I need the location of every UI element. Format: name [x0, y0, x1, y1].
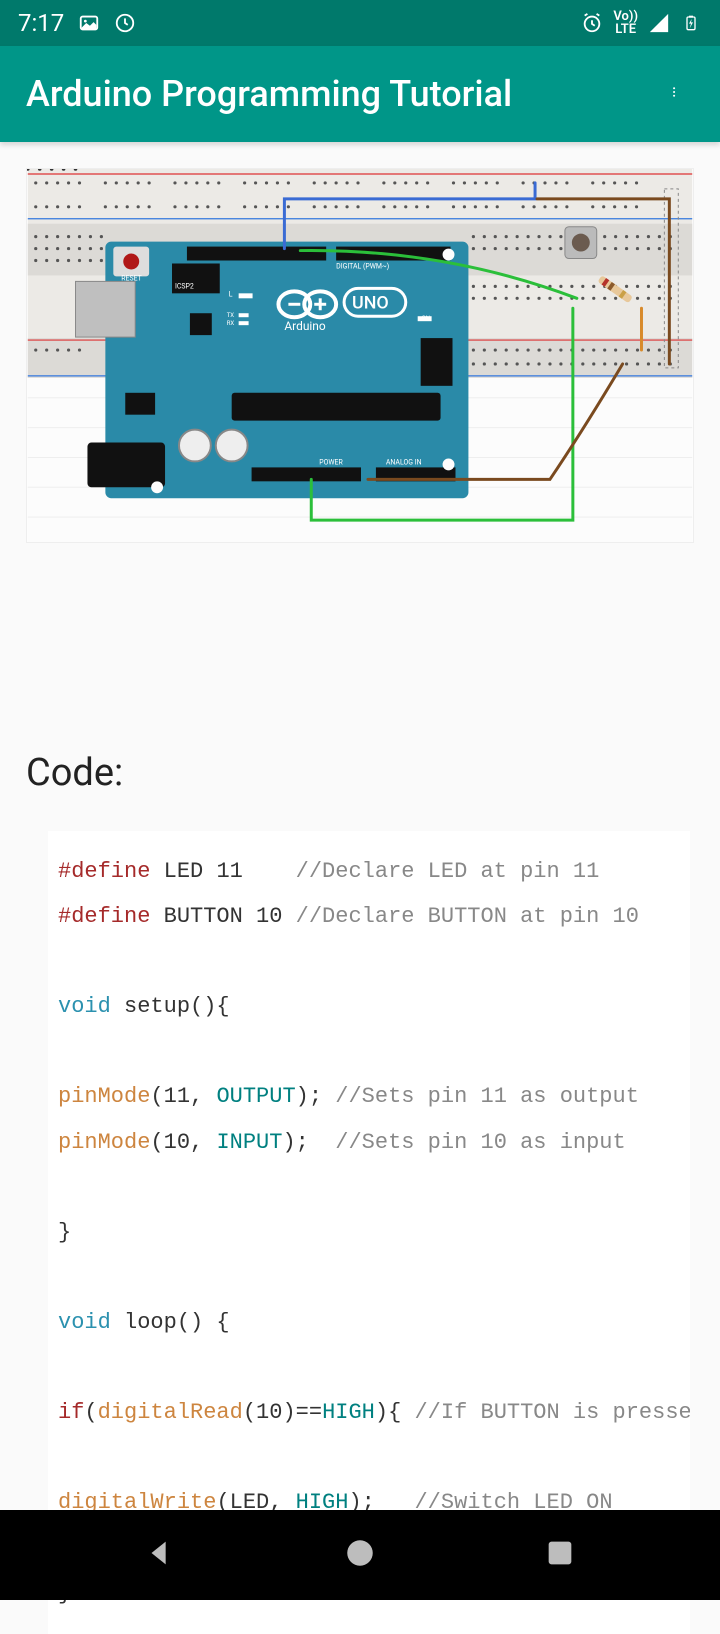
battery-icon — [680, 12, 702, 34]
svg-text:ON: ON — [422, 315, 430, 322]
status-bar: 7:17 Vo)) LTE — [0, 0, 720, 46]
signal-icon — [648, 12, 670, 34]
svg-text:UNO: UNO — [352, 292, 389, 313]
svg-text:Arduino: Arduino — [284, 319, 325, 333]
overflow-menu-button[interactable] — [660, 66, 694, 122]
svg-text:TX: TX — [227, 312, 235, 319]
status-time: 7:17 — [18, 9, 64, 37]
arduino-board: RESET ICSP2 L TX RX ON DIGITAL (PWM~) PO… — [76, 242, 469, 499]
svg-text:ICSP2: ICSP2 — [175, 282, 194, 290]
nav-recent-button[interactable] — [543, 1536, 577, 1574]
code-heading: Code: — [26, 751, 694, 795]
nav-home-button[interactable] — [343, 1536, 377, 1574]
push-button — [565, 227, 597, 259]
svg-text:DIGITAL (PWM~): DIGITAL (PWM~) — [336, 262, 389, 270]
cast-icon — [114, 12, 136, 34]
page-title: Arduino Programming Tutorial — [26, 73, 512, 115]
svg-text:RX: RX — [227, 320, 235, 327]
circuit-diagram: RESET ICSP2 L TX RX ON DIGITAL (PWM~) PO… — [26, 168, 694, 543]
svg-text:RESET: RESET — [121, 274, 142, 282]
image-icon — [78, 12, 100, 34]
app-bar: Arduino Programming Tutorial — [0, 46, 720, 142]
network-type-indicator: Vo)) LTE — [613, 10, 638, 36]
content-area: RESET ICSP2 L TX RX ON DIGITAL (PWM~) PO… — [0, 142, 720, 1634]
svg-text:POWER: POWER — [319, 458, 343, 466]
svg-text:ANALOG IN: ANALOG IN — [386, 458, 422, 466]
alarm-icon — [581, 12, 603, 34]
nav-back-button[interactable] — [143, 1536, 177, 1574]
system-nav-bar — [0, 1510, 720, 1600]
svg-text:L: L — [229, 290, 233, 298]
